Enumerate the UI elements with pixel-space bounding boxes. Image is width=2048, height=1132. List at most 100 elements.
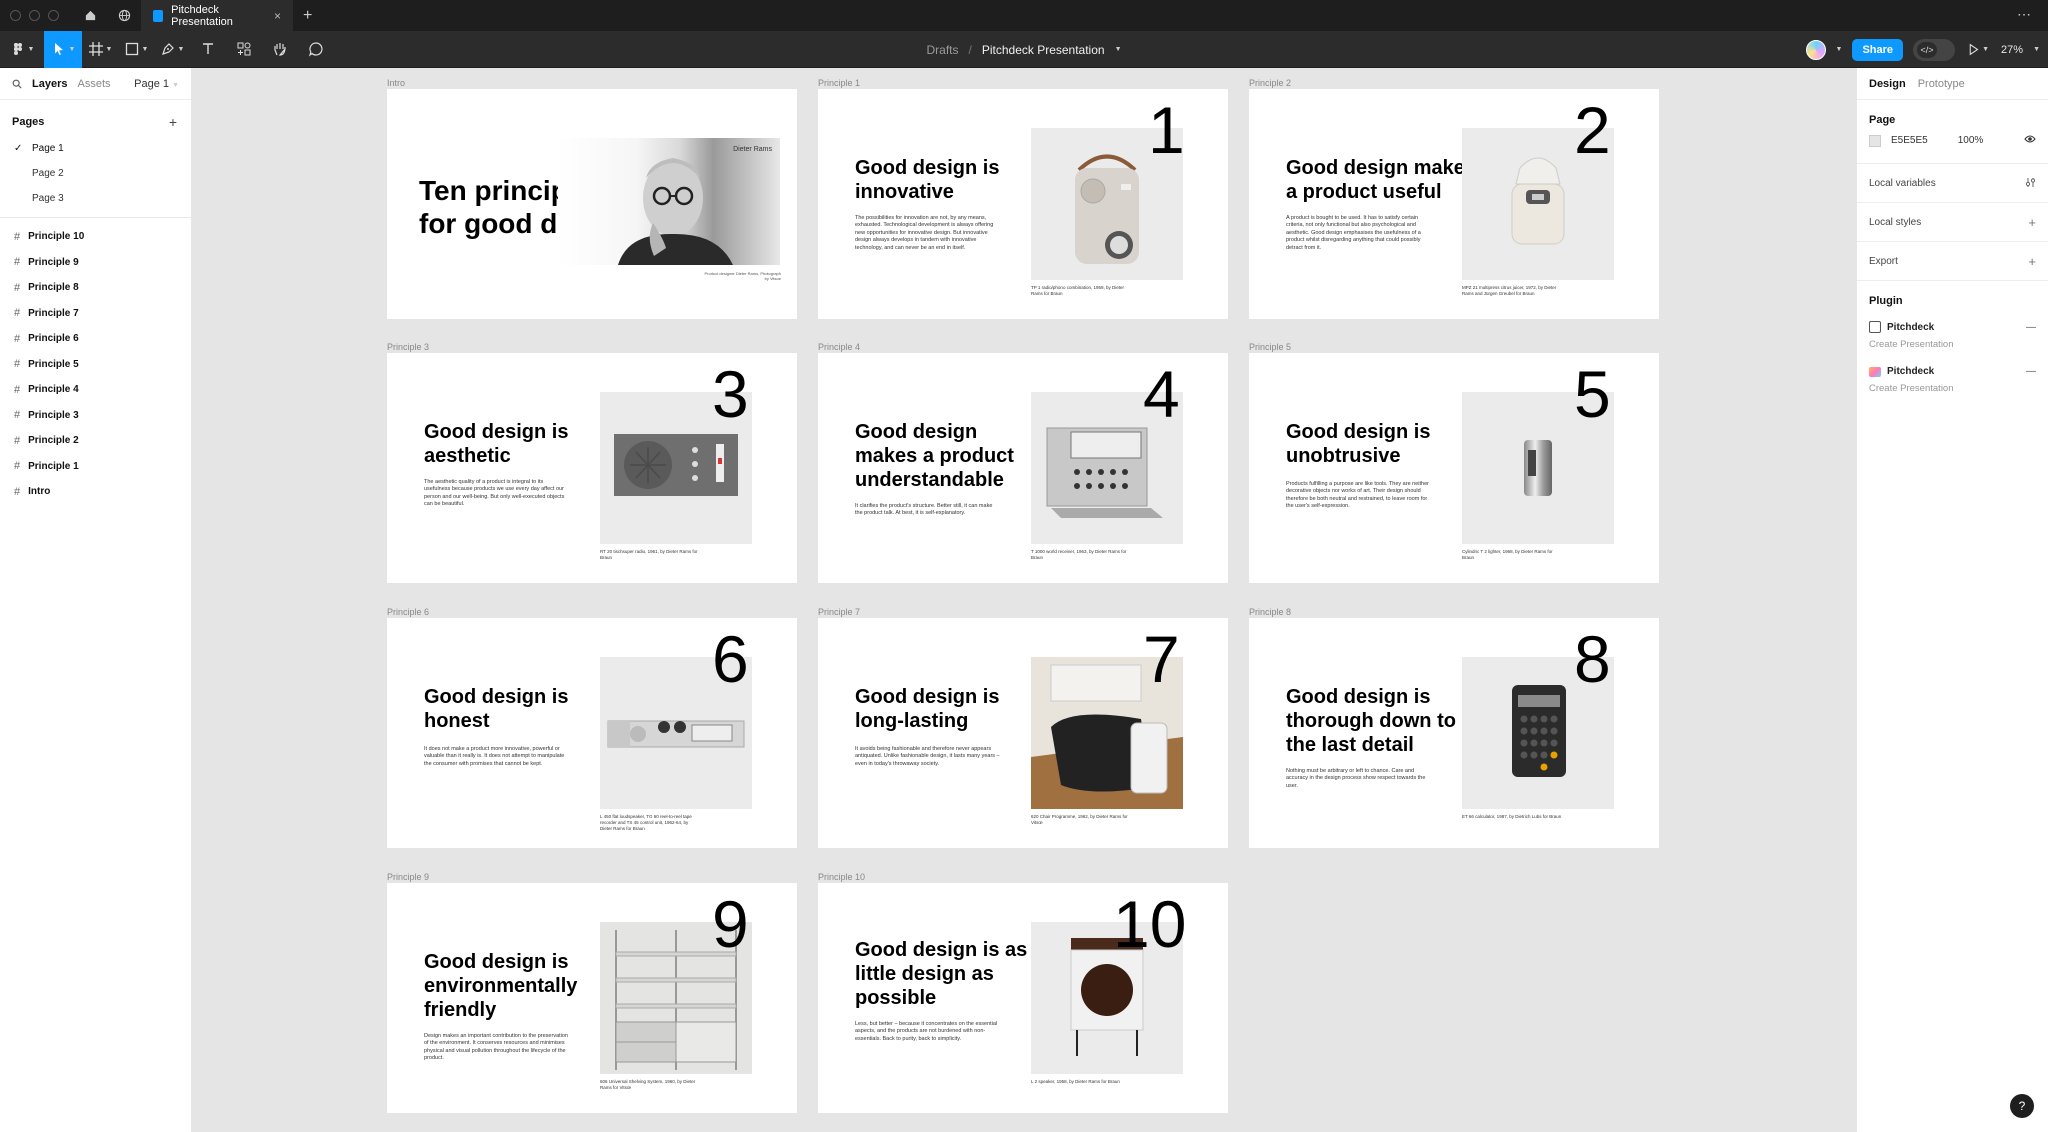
portrait-photo: Dieter Rams (558, 138, 780, 265)
main-menu-button[interactable]: ▼ (4, 31, 40, 68)
layer-item[interactable]: # Principle 1 (0, 454, 191, 480)
page-item[interactable]: Page 2 (0, 161, 191, 186)
page-selector[interactable]: Page 1 ▼ (134, 78, 179, 90)
tab-prototype[interactable]: Prototype (1918, 78, 1965, 90)
resources-tool-button[interactable] (226, 31, 262, 68)
pen-tool-button[interactable]: ▼ (154, 31, 190, 68)
frame-label[interactable]: Principle 4 (818, 342, 860, 352)
add-page-icon[interactable]: + (169, 114, 177, 130)
page-color-value[interactable]: E5E5E5 (1891, 135, 1928, 146)
slide-principle-3[interactable]: Good design is aesthetic The aesthetic q… (387, 353, 797, 583)
slide-principle-10[interactable]: Good design is as little design as possi… (818, 883, 1228, 1113)
slide-principle-1[interactable]: Good design is innovative The possibilit… (818, 89, 1228, 319)
frame-label[interactable]: Principle 3 (387, 342, 429, 352)
layer-item[interactable]: # Intro (0, 479, 191, 505)
page-fill-row[interactable]: E5E5E5 100% (1857, 126, 2048, 155)
home-icon[interactable] (73, 0, 107, 31)
frame-label[interactable]: Principle 1 (818, 78, 860, 88)
new-tab-button[interactable]: + (303, 7, 312, 25)
chevron-down-icon[interactable]: ▼ (1836, 46, 1843, 53)
search-icon[interactable] (12, 79, 22, 89)
plugin-action[interactable]: Create Presentation (1869, 377, 2036, 402)
chevron-down-icon: ▼ (1982, 46, 1989, 53)
layer-item[interactable]: # Principle 2 (0, 428, 191, 454)
layer-item[interactable]: # Principle 8 (0, 275, 191, 301)
add-style-icon[interactable]: + (2028, 215, 2036, 230)
layer-item[interactable]: # Principle 3 (0, 403, 191, 429)
slide-number: 4 (1143, 357, 1180, 431)
frame-label[interactable]: Principle 10 (818, 872, 865, 882)
avatar[interactable] (1805, 39, 1826, 60)
frame-label[interactable]: Principle 7 (818, 607, 860, 617)
slide-principle-4[interactable]: Good design makes a product understandab… (818, 353, 1228, 583)
breadcrumb-project[interactable]: Drafts (926, 43, 958, 57)
help-button[interactable]: ? (2010, 1094, 2034, 1118)
slide-principle-6[interactable]: Good design is honest It does not make a… (387, 618, 797, 848)
page-section-heading: Page (1869, 114, 1896, 126)
tab-layers[interactable]: Layers (32, 78, 67, 90)
layer-item[interactable]: # Principle 5 (0, 352, 191, 378)
tab-assets[interactable]: Assets (77, 78, 110, 90)
local-styles-row[interactable]: Local styles + (1857, 203, 2048, 242)
frame-label[interactable]: Intro (387, 78, 405, 88)
shape-tool-button[interactable]: ▼ (118, 31, 154, 68)
slide-principle-2[interactable]: Good design makes a product useful A pro… (1249, 89, 1659, 319)
plugin-item[interactable]: Pitchdeck — Create Presentation (1857, 307, 2048, 358)
close-tab-icon[interactable]: × (274, 9, 281, 23)
eye-icon[interactable] (2024, 134, 2036, 147)
variables-settings-icon[interactable] (2025, 176, 2036, 191)
chevron-down-icon[interactable]: ▼ (1115, 46, 1122, 53)
slide-principle-5[interactable]: Good design is unobtrusive Products fulf… (1249, 353, 1659, 583)
frame-icon: # (14, 383, 21, 396)
color-swatch[interactable] (1869, 134, 1881, 147)
text-tool-button[interactable] (190, 31, 226, 68)
canvas[interactable]: Intro Ten principles for good design Die… (192, 68, 1856, 1132)
page-opacity-value[interactable]: 100% (1958, 135, 1984, 146)
slide-principle-7[interactable]: Good design is long-lasting It avoids be… (818, 618, 1228, 848)
export-row[interactable]: Export + (1857, 242, 2048, 281)
layer-item[interactable]: # Principle 10 (0, 224, 191, 250)
plugin-action[interactable]: Create Presentation (1869, 333, 2036, 358)
hand-tool-button[interactable] (262, 31, 298, 68)
layers-panel: Layers Assets Page 1 ▼ Pages + ✓ Page 1 P… (0, 68, 192, 1132)
dev-mode-toggle[interactable]: </> (1913, 38, 1956, 61)
page-item[interactable]: Page 3 (0, 186, 191, 211)
tab-design[interactable]: Design (1869, 78, 1906, 90)
layer-item[interactable]: # Principle 4 (0, 377, 191, 403)
frame-label[interactable]: Principle 9 (387, 872, 429, 882)
add-export-icon[interactable]: + (2028, 254, 2036, 269)
minimize-window-button[interactable] (29, 10, 40, 21)
frame-tool-button[interactable]: ▼ (82, 31, 118, 68)
chevron-down-icon[interactable]: ▼ (2033, 46, 2040, 53)
maximize-window-button[interactable] (48, 10, 59, 21)
frame-label[interactable]: Principle 6 (387, 607, 429, 617)
export-label: Export (1869, 255, 1898, 267)
slide-number: 8 (1574, 622, 1611, 696)
slide-principle-9[interactable]: Good design is environmentally friendly … (387, 883, 797, 1113)
frame-label[interactable]: Principle 2 (1249, 78, 1291, 88)
layer-item[interactable]: # Principle 9 (0, 250, 191, 276)
file-name[interactable]: Pitchdeck Presentation (982, 43, 1105, 57)
comment-tool-button[interactable] (298, 31, 334, 68)
breadcrumb: Drafts / Pitchdeck Presentation ▼ (926, 31, 1121, 68)
plugin-item[interactable]: Pitchdeck — Create Presentation (1857, 358, 2048, 402)
collapse-plugin-icon[interactable]: — (2026, 366, 2036, 377)
slide-title: Good design makes a product useful (1286, 157, 1477, 203)
share-button[interactable]: Share (1852, 38, 1904, 61)
layer-item[interactable]: # Principle 7 (0, 301, 191, 327)
present-button[interactable]: ▼ (1965, 31, 1991, 68)
move-tool-button[interactable]: ▼ (44, 30, 82, 68)
close-window-button[interactable] (10, 10, 21, 21)
local-variables-row[interactable]: Local variables (1857, 164, 2048, 203)
layer-item[interactable]: # Principle 6 (0, 326, 191, 352)
file-tab[interactable]: Pitchdeck Presentation × (141, 0, 293, 31)
frame-label[interactable]: Principle 8 (1249, 607, 1291, 617)
page-item[interactable]: ✓ Page 1 (0, 136, 191, 161)
more-options-icon[interactable]: ⋯ (2017, 6, 2032, 23)
slide-intro[interactable]: Ten principles for good design Dieter Ra… (387, 89, 797, 319)
globe-icon[interactable] (107, 0, 141, 31)
zoom-level[interactable]: 27% (2001, 44, 2023, 56)
collapse-plugin-icon[interactable]: — (2026, 322, 2036, 333)
slide-principle-8[interactable]: Good design is thorough down to the last… (1249, 618, 1659, 848)
frame-label[interactable]: Principle 5 (1249, 342, 1291, 352)
